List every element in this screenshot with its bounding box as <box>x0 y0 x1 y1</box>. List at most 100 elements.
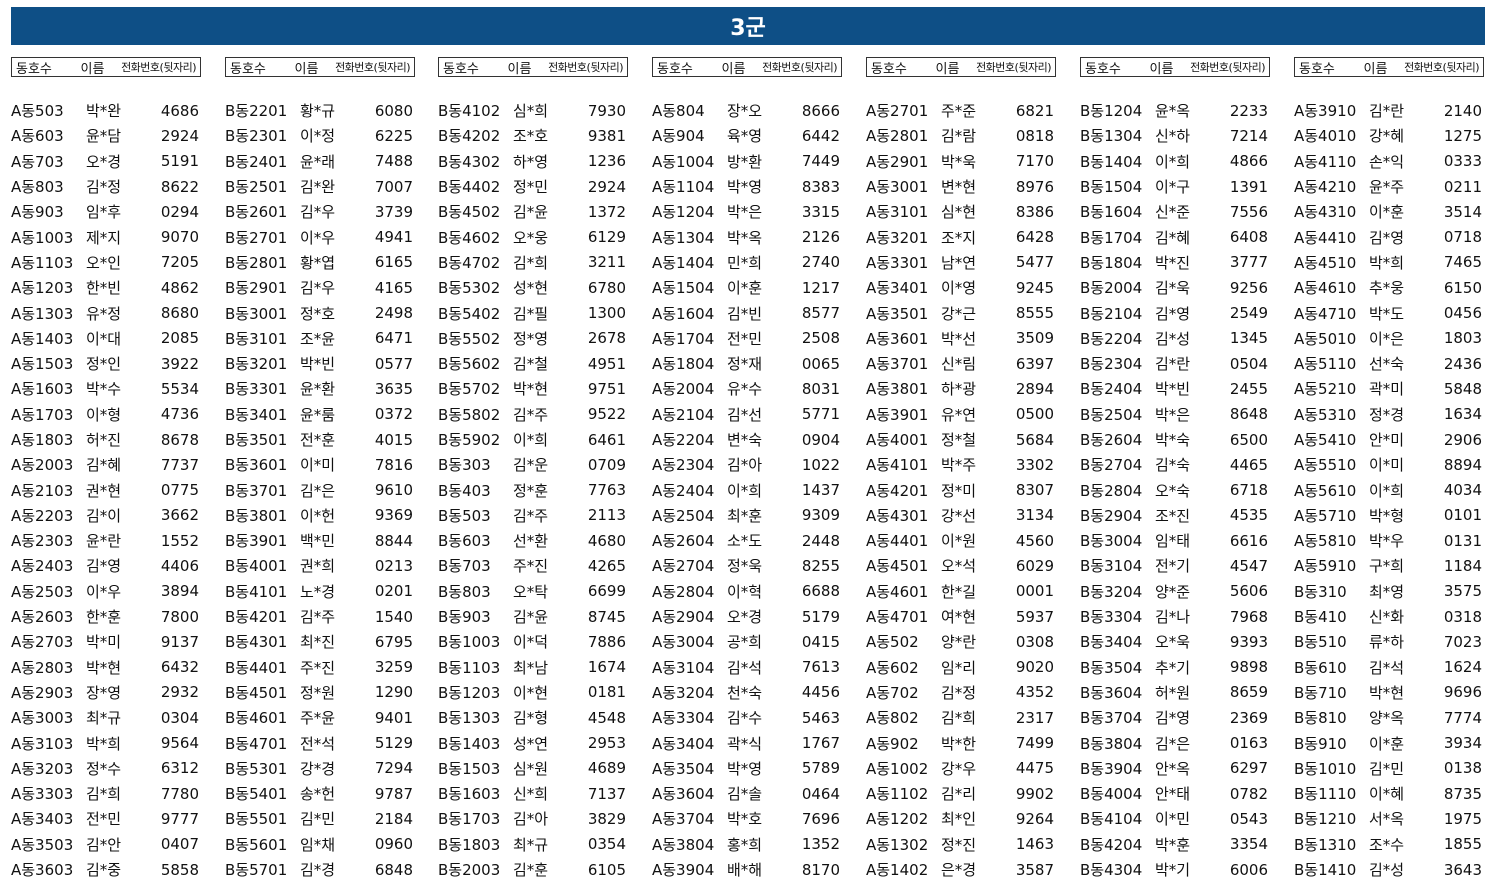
phone-cell: 3575 <box>1443 582 1482 601</box>
name-cell: 변*숙 <box>727 431 763 449</box>
name-cell: 김*석 <box>727 658 763 677</box>
phone-cell: 6428 <box>1015 228 1054 247</box>
unit-cell: A동802 <box>866 709 919 728</box>
name-cell: 장*영 <box>86 683 122 702</box>
name-cell: 심*현 <box>941 203 977 222</box>
phone-cell: 2740 <box>801 253 840 272</box>
table-row: A동1004 방*환 7449 <box>652 149 842 174</box>
table-row: A동3503 김*안 0407 <box>11 832 201 857</box>
phone-cell: 1217 <box>801 278 840 297</box>
phone-cell: 3259 <box>374 658 413 677</box>
table-row: A동3504 박*영 5789 <box>652 756 842 781</box>
phone-cell: 9610 <box>374 481 413 500</box>
name-cell: 이*우 <box>300 228 336 247</box>
table-row: B동4402 정*민 2924 <box>438 174 628 199</box>
phone-cell: 2184 <box>374 809 413 828</box>
phone-cell: 1022 <box>801 455 840 474</box>
name-cell: 오*석 <box>941 557 977 576</box>
header-name: 이름 <box>935 61 960 77</box>
phone-cell: 4456 <box>801 683 840 702</box>
header-phone: 전화번호(뒷자리) <box>548 61 623 74</box>
unit-cell: B동3004 <box>1080 532 1143 551</box>
name-cell: 양*준 <box>1155 582 1191 601</box>
unit-cell: A동2604 <box>652 532 715 551</box>
table-row: A동4110 손*익 0333 <box>1294 149 1484 174</box>
name-cell: 양*옥 <box>1369 709 1405 728</box>
phone-cell: 6848 <box>374 860 413 879</box>
phone-cell: 1236 <box>587 152 626 171</box>
table-row: A동3004 공*희 0415 <box>652 629 842 654</box>
column-block: 동호수 이름 전화번호(뒷자리) B동4102 심*희 7930 B동4202 조*호 9381… <box>438 57 628 879</box>
table-row: B동510 류*하 7023 <box>1294 629 1484 654</box>
phone-cell: 4406 <box>160 556 199 575</box>
unit-cell: A동1002 <box>866 759 929 778</box>
phone-cell: 9401 <box>374 708 413 727</box>
table-row: B동2404 박*빈 2455 <box>1080 376 1270 401</box>
table-row: B동1410 김*성 3643 <box>1294 857 1484 882</box>
table-row: B동1103 최*남 1674 <box>438 655 628 680</box>
unit-cell: B동4001 <box>225 557 288 576</box>
table-row: A동4601 한*길 0001 <box>866 579 1056 604</box>
name-cell: 윤*담 <box>86 127 122 146</box>
table-row: A동2804 이*혁 6688 <box>652 579 842 604</box>
table-row: A동3801 하*광 2894 <box>866 376 1056 401</box>
name-cell: 전*석 <box>300 734 336 753</box>
table-row: B동610 김*석 1624 <box>1294 655 1484 680</box>
unit-cell: B동4301 <box>225 633 288 652</box>
name-cell: 안*미 <box>1369 431 1405 449</box>
table-row: B동1404 이*희 4866 <box>1080 149 1270 174</box>
unit-cell: A동5710 <box>1294 506 1357 525</box>
name-cell: 박*훈 <box>1155 835 1191 854</box>
phone-cell: 9137 <box>160 632 199 651</box>
table-row: B동2301 이*정 6225 <box>225 123 415 148</box>
phone-cell: 6461 <box>587 430 626 449</box>
unit-cell: B동1803 <box>438 835 501 854</box>
name-cell: 이*희 <box>727 481 763 500</box>
table-row: A동2904 오*경 5179 <box>652 604 842 629</box>
table-row: A동3901 유*연 0500 <box>866 402 1056 427</box>
table-row: B동2504 박*은 8648 <box>1080 402 1270 427</box>
unit-cell: A동5010 <box>1294 329 1357 348</box>
phone-cell: 7023 <box>1443 632 1482 651</box>
unit-cell: B동803 <box>438 582 491 601</box>
name-cell: 서*옥 <box>1369 810 1405 829</box>
phone-cell: 3894 <box>160 582 199 601</box>
name-cell: 김*철 <box>513 355 549 374</box>
unit-cell: B동1304 <box>1080 127 1143 146</box>
phone-cell: 0294 <box>160 202 199 221</box>
unit-cell: A동1103 <box>11 253 74 272</box>
table-row: A동4101 박*주 3302 <box>866 452 1056 477</box>
unit-cell: A동2703 <box>11 633 74 652</box>
unit-cell: B동1210 <box>1294 810 1357 829</box>
unit-cell: A동1102 <box>866 785 929 804</box>
column-block: 동호수 이름 전화번호(뒷자리) B동1204 윤*옥 2233 B동1304 신*하 7214… <box>1080 57 1270 879</box>
phone-cell: 8678 <box>160 430 199 449</box>
table-row: A동1403 이*대 2085 <box>11 326 201 351</box>
phone-cell: 1975 <box>1443 809 1482 828</box>
unit-cell: A동3904 <box>652 861 715 880</box>
unit-cell: A동1004 <box>652 152 715 171</box>
table-row: B동403 정*훈 7763 <box>438 477 628 502</box>
name-cell: 최*영 <box>1369 582 1405 601</box>
table-row: B동1604 신*준 7556 <box>1080 199 1270 224</box>
name-cell: 김*운 <box>513 456 549 475</box>
name-cell: 박*형 <box>1369 506 1405 525</box>
name-cell: 박*호 <box>727 810 763 829</box>
phone-cell: 0333 <box>1443 152 1482 171</box>
table-row: B동2704 김*숙 4465 <box>1080 452 1270 477</box>
phone-cell: 0001 <box>1015 582 1054 601</box>
unit-cell: A동3104 <box>652 658 715 677</box>
name-cell: 박*우 <box>1369 532 1405 551</box>
unit-cell: B동2604 <box>1080 431 1143 449</box>
unit-cell: B동5501 <box>225 810 288 829</box>
name-cell: 김*민 <box>300 810 336 829</box>
unit-cell: B동1410 <box>1294 861 1357 880</box>
name-cell: 이*구 <box>1155 178 1191 197</box>
phone-cell: 7488 <box>374 152 413 171</box>
unit-cell: B동4004 <box>1080 785 1143 804</box>
phone-cell: 1345 <box>1229 329 1268 348</box>
unit-cell: B동4102 <box>438 102 501 121</box>
column-block: 동호수 이름 전화번호(뒷자리) B동2201 황*규 6080 B동2301 이*정 6225… <box>225 57 415 879</box>
name-cell: 신*하 <box>1155 127 1191 146</box>
name-cell: 김*은 <box>1155 734 1191 753</box>
